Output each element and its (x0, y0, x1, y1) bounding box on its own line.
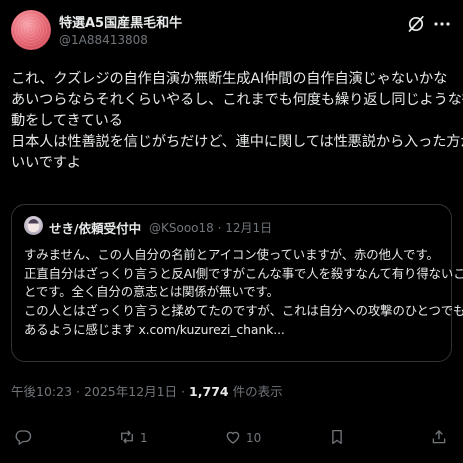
quote-handle-date: @KSooo18 · 12月1日 (149, 221, 273, 235)
reply-icon (14, 428, 32, 449)
tweet-line: 動をしてきている (11, 113, 123, 129)
share-button[interactable] (430, 426, 448, 450)
avatar[interactable] (11, 10, 51, 50)
like-icon (224, 428, 242, 449)
quote-text: すみません、この人自分の名前とアイコン使っていますが、赤の他人です。 正直自分は… (24, 246, 463, 340)
tweet-line: いいですよ (11, 155, 82, 171)
quote-line: 正直自分はざっくり言うと反AI側ですがこんな事で人を殺すなんて有り得ないこ (24, 265, 463, 281)
tweet-header: 特選A5国産黒毛和牛 @1A88413808 (11, 10, 452, 54)
quote-display-name: せき/依頼受付中 (49, 221, 142, 236)
tweet-timestamp[interactable]: 午後10:23 · 2025年12月1日 · (11, 384, 189, 399)
quote-line: あるように感じます x.com/kuzurezi_chank... (24, 321, 285, 337)
view-count: 1,774 (189, 384, 229, 399)
like-button[interactable]: 10 (224, 426, 261, 450)
repost-icon (118, 428, 136, 449)
bookmark-button[interactable] (328, 426, 346, 450)
repost-count: 1 (140, 431, 148, 445)
tweet-line: あいつらならそれくらいやるし、これまでも何度も繰り返し同じような行 (11, 92, 463, 108)
bookmark-icon (328, 428, 346, 449)
reply-button[interactable] (14, 426, 36, 450)
like-count: 10 (246, 431, 262, 445)
quote-line: とです。全く自分の意志とは関係が無いです。 (24, 284, 279, 300)
share-icon (430, 428, 448, 449)
author-display-name[interactable]: 特選A5国産黒毛和牛 (59, 12, 182, 31)
more-icon[interactable] (432, 14, 452, 34)
view-label: 件の表示 (228, 384, 283, 399)
tweet-text: これ、クズレジの自作自演か無断生成AI仲間の自作自演じゃないかな あいつらならそ… (11, 69, 463, 174)
repost-button[interactable]: 1 (118, 426, 148, 450)
quote-avatar (24, 216, 43, 235)
tweet-line: これ、クズレジの自作自演か無断生成AI仲間の自作自演じゃないかな (11, 71, 448, 87)
action-bar: 1 10 (0, 426, 463, 450)
grok-icon[interactable] (406, 14, 426, 34)
quote-line: すみません、この人自分の名前とアイコン使っていますが、赤の他人です。 (24, 247, 439, 262)
quote-line: この人とはざっくり言うと揉めてたのですが、これは自分への攻撃のひとつでも (24, 303, 463, 319)
author-handle[interactable]: @1A88413808 (59, 33, 148, 47)
quoted-tweet[interactable]: せき/依頼受付中 @KSooo18 · 12月1日 すみません、この人自分の名前… (11, 204, 463, 362)
tweet-meta: 午後10:23 · 2025年12月1日 · 1,774 件の表示 (11, 381, 283, 400)
tweet-line: 日本人は性善説を信じがちだけど、連中に関しては性悪説から入った方が (11, 134, 463, 150)
